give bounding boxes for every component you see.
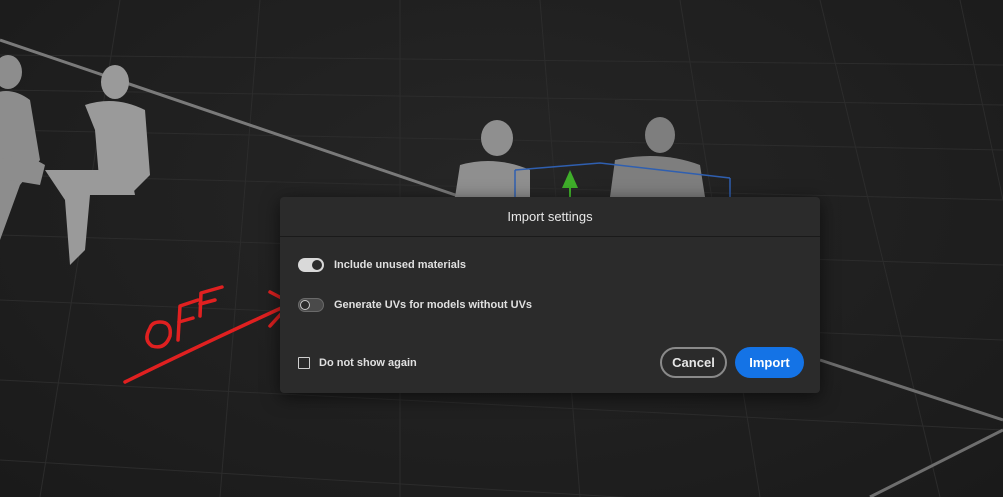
option-label: Generate UVs for models without UVs xyxy=(334,299,533,311)
option-generate-uvs[interactable]: Generate UVs for models without UVs xyxy=(298,298,532,312)
3d-viewport[interactable]: Import settings Include unused materials… xyxy=(0,0,1003,497)
toggle-switch-off[interactable] xyxy=(298,298,324,312)
import-button[interactable]: Import xyxy=(735,347,804,378)
move-y-arrow-icon xyxy=(562,170,578,197)
toggle-switch-on[interactable] xyxy=(298,258,324,272)
option-label: Include unused materials xyxy=(334,259,467,271)
checkbox-unchecked[interactable] xyxy=(298,357,310,369)
option-include-unused-materials[interactable]: Include unused materials xyxy=(298,258,466,272)
figure-center-2 xyxy=(610,117,705,197)
import-settings-dialog: Import settings Include unused materials… xyxy=(280,197,820,393)
dialog-title: Import settings xyxy=(280,197,820,237)
figure-left-2 xyxy=(45,65,150,265)
figure-center-1 xyxy=(455,120,530,197)
do-not-show-again-row[interactable]: Do not show again xyxy=(298,357,417,369)
figure-left-1 xyxy=(0,55,45,240)
cancel-button[interactable]: Cancel xyxy=(660,347,727,378)
checkbox-label: Do not show again xyxy=(319,357,417,369)
